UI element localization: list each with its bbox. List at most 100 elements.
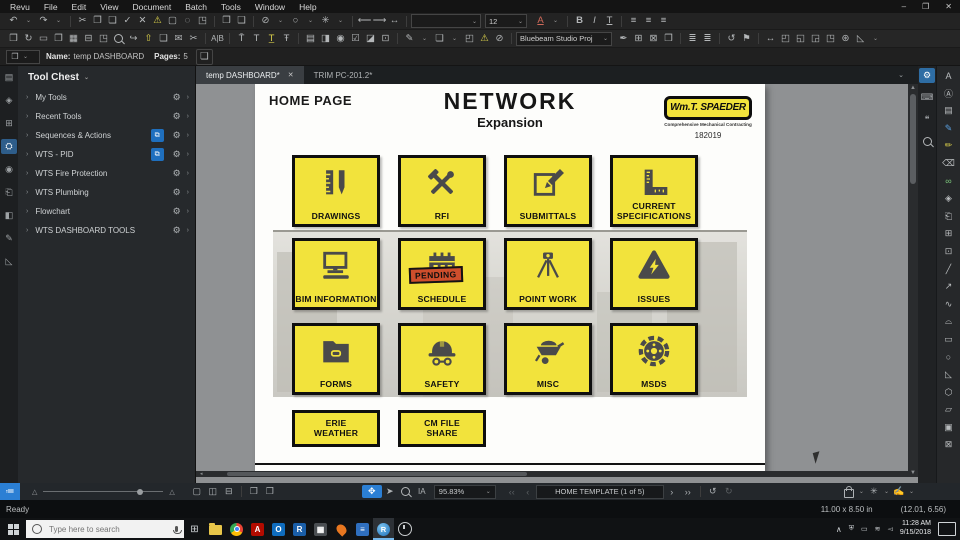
eraser-tool-icon[interactable]: ⌫ (941, 157, 956, 170)
crop-tool-icon[interactable]: ⊠ (941, 438, 956, 451)
taskbar-outlook[interactable]: O (268, 518, 289, 540)
button-cm-file-share[interactable]: CM FILE SHARE (398, 410, 486, 447)
menu-view[interactable]: View (100, 2, 118, 12)
image-tool-icon[interactable]: ⊡ (941, 245, 956, 258)
italic-icon[interactable]: I (587, 14, 602, 28)
panel-layers-icon[interactable]: ◧ (1, 208, 17, 223)
font-color-icon[interactable]: A (533, 14, 548, 28)
menu-tools[interactable]: Tools (221, 2, 241, 12)
tool-chest-item-my-tools[interactable]: › My Tools ⚙ › (18, 88, 195, 107)
taskbar-flame-app[interactable] (331, 518, 352, 540)
taskbar-bluebeam-revu[interactable]: R (373, 518, 394, 540)
typewriter-tool-icon[interactable]: Ⓐ (941, 87, 956, 100)
tray-battery-icon[interactable]: ▭ (861, 525, 868, 533)
paste-icon[interactable]: ❏ (105, 14, 120, 28)
tile-current-specifications[interactable]: CURRENT SPECIFICATIONS (610, 155, 698, 227)
chevron-right-icon[interactable]: › (187, 208, 189, 215)
last-page-icon[interactable]: ›› (680, 485, 696, 498)
hexagon-tool-icon[interactable]: ⬡ (941, 386, 956, 399)
flag2-icon[interactable]: ⚑ (739, 32, 754, 46)
align-left-icon[interactable]: ≡ (626, 14, 641, 28)
panel-properties-gear-icon[interactable]: ⚙ (919, 68, 935, 83)
panel-comments-icon[interactable]: ❝ (919, 112, 935, 127)
alert-icon[interactable]: ⚠ (150, 14, 165, 28)
flatten-dropdown-icon[interactable]: ⌄ (333, 14, 348, 28)
taskbar-revit[interactable]: R (289, 518, 310, 540)
image-add-tool-icon[interactable]: ⊞ (941, 227, 956, 240)
highlighter-tool-icon[interactable]: ✏ (941, 139, 956, 152)
flatten-icon[interactable]: ✳ (318, 14, 333, 28)
markup-filter-icon[interactable]: ≣ (700, 32, 715, 46)
tile-point-work[interactable]: POINT WORK (504, 238, 592, 310)
panels-icon[interactable]: ▭ (36, 32, 51, 46)
panel-measurements-icon[interactable]: ◺ (1, 254, 17, 269)
scale1-icon[interactable]: ◰ (778, 32, 793, 46)
polygon-tool-icon[interactable]: ◺ (941, 368, 956, 381)
select-text-icon[interactable]: ΙA (414, 485, 430, 498)
studio-pen-icon[interactable]: ✒ (616, 32, 631, 46)
chevron-right-icon[interactable]: › (187, 170, 189, 177)
two-page-view-icon[interactable]: ◫ (205, 485, 221, 498)
target-icon[interactable]: ⊛ (838, 32, 853, 46)
shape-icon[interactable]: ○ (288, 14, 303, 28)
email-icon[interactable]: ✉ (171, 32, 186, 46)
panel-markups-icon[interactable]: ✎ (1, 231, 17, 246)
recent-files-icon[interactable]: ↻ (21, 32, 36, 46)
scale2-icon[interactable]: ◱ (793, 32, 808, 46)
more-tools-dropdown-icon[interactable]: ⌄ (868, 32, 883, 46)
menu-edit[interactable]: Edit (72, 2, 87, 12)
text-strike-icon[interactable]: Ŧ (279, 32, 294, 46)
text-underline-icon[interactable]: T̲ (264, 32, 279, 46)
lock-icon[interactable] (841, 485, 857, 498)
arrow-tool-icon[interactable]: ↗ (941, 280, 956, 293)
scroll-down-icon[interactable]: ▼ (910, 469, 916, 477)
pdf-canvas[interactable]: HOME PAGE NETWORK Expansion Wm.T. SPAEDE… (196, 84, 908, 477)
note-tool-icon[interactable]: ▤ (941, 104, 956, 117)
markup-list-toggle-icon[interactable]: ≔ (0, 483, 20, 500)
gear-icon[interactable]: ⚙ (173, 92, 181, 103)
redo-dropdown-icon[interactable]: ⌄ (51, 14, 66, 28)
polyline-tool-icon[interactable]: ∿ (941, 298, 956, 311)
copy-icon[interactable]: ❐ (90, 14, 105, 28)
continuous-view-icon[interactable]: ⊟ (221, 485, 237, 498)
project-upload-icon[interactable]: ⊠ (646, 32, 661, 46)
hyperlink-tool-icon[interactable]: ∞ (941, 175, 956, 188)
erase-dropdown-icon[interactable]: ⌄ (273, 14, 288, 28)
panel-file-access-icon[interactable]: ⊞ (1, 116, 17, 131)
search-icon[interactable] (111, 32, 126, 46)
note-icon[interactable]: ▤ (303, 32, 318, 46)
arrow-right-icon[interactable]: ⟶ (372, 14, 387, 28)
bold-icon[interactable]: B (572, 14, 587, 28)
tray-volume-icon[interactable]: ◅ (887, 525, 892, 533)
page-template-icon[interactable]: ❏ (432, 32, 447, 46)
pages-icon[interactable]: ❑ (156, 32, 171, 46)
panel-thumbnails-icon[interactable]: ▤ (1, 70, 17, 85)
erase-icon[interactable]: ⊘ (258, 14, 273, 28)
panel-keyboard-icon[interactable]: ⌨ (919, 90, 935, 105)
flag-icon[interactable]: ◨ (318, 32, 333, 46)
measure-icon[interactable]: ◺ (853, 32, 868, 46)
next-page-icon[interactable]: › (664, 485, 680, 498)
select-tool-icon[interactable]: ➤ (382, 485, 398, 498)
gear-icon[interactable]: ⚙ (173, 130, 181, 141)
taskbar-chrome[interactable] (226, 518, 247, 540)
tab-list-dropdown-icon[interactable]: ⌄ (898, 66, 918, 84)
opacity-slider[interactable]: △ △ (32, 488, 175, 496)
horizontal-scrollbar[interactable]: ◂ (196, 471, 908, 477)
split-vertical-icon[interactable]: ❒ (246, 485, 262, 498)
tray-expand-icon[interactable]: ∧ (836, 525, 842, 534)
scroll-up-icon[interactable]: ▲ (910, 84, 916, 92)
thumbnail-toggle-icon[interactable]: ❏ (195, 48, 213, 65)
font-size-select[interactable]: 12 ⌄ (485, 14, 527, 28)
checkbox-icon[interactable]: ☑ (348, 32, 363, 46)
redo-icon[interactable]: ↷ (36, 14, 51, 28)
gear-icon[interactable]: ⚙ (173, 168, 181, 179)
tool-chest-item-recent-tools[interactable]: › Recent Tools ⚙ › (18, 107, 195, 126)
taskbar-clock[interactable]: 11:28 AM 9/15/2018 (900, 520, 931, 538)
arrow-both-icon[interactable]: ↔ (387, 14, 402, 28)
spellcheck-icon[interactable]: A|B (210, 32, 225, 46)
alert2-icon[interactable]: ⚠ (477, 32, 492, 46)
studio-project-select[interactable]: Bluebeam Studio Proj ⌄ (516, 31, 612, 46)
page-template-dropdown-icon[interactable]: ⌄ (447, 32, 462, 46)
extract-page-icon[interactable]: ❑ (234, 14, 249, 28)
